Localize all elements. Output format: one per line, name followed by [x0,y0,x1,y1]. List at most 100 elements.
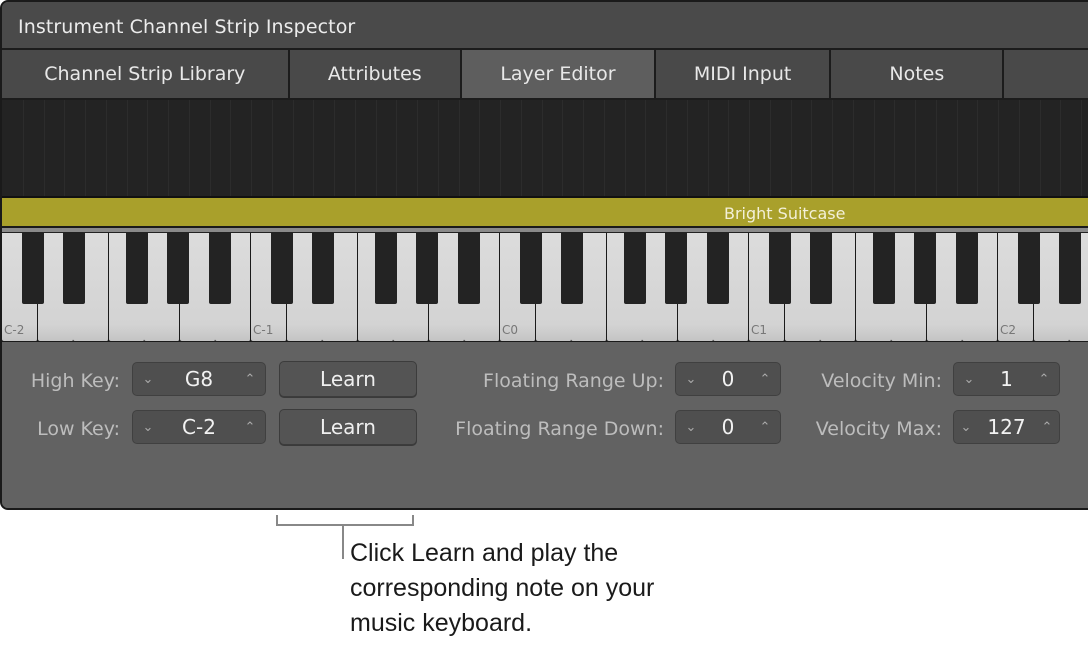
black-key[interactable] [312,233,334,304]
grid-line [334,100,335,196]
black-key[interactable] [873,233,895,304]
black-key[interactable] [416,233,438,304]
window-title: Instrument Channel Strip Inspector [18,16,356,38]
chevron-down-icon[interactable]: ⌄ [959,420,973,435]
black-key[interactable] [458,233,480,304]
chevron-down-icon[interactable]: ⌄ [684,372,698,387]
grid-line [894,100,895,196]
chevron-up-icon[interactable]: ⌃ [1040,420,1054,435]
chevron-up-icon[interactable]: ⌃ [758,420,772,435]
velocity-max-stepper[interactable]: ⌄ 127 ⌃ [953,410,1060,444]
tab-bar: Channel Strip Library Attributes Layer E… [2,50,1088,100]
chevron-down-icon[interactable]: ⌄ [684,420,698,435]
low-key-stepper[interactable]: ⌄ C-2 ⌃ [132,410,266,444]
grid-line [85,100,86,196]
grid-line [1060,100,1061,196]
chevron-up-icon[interactable]: ⌃ [1037,372,1051,387]
grid-line [604,100,605,196]
layer-zone-bar[interactable]: Bright Suitcase [2,198,1088,228]
black-key[interactable] [63,233,85,304]
black-key[interactable] [956,233,978,304]
layer-name: Bright Suitcase [724,204,846,223]
tab-notes[interactable]: Notes [831,50,1005,98]
grid-line [479,100,480,196]
layer-range-area[interactable] [2,100,1088,198]
grid-line [853,100,854,196]
grid-line [168,100,169,196]
black-key[interactable] [810,233,832,304]
chevron-up-icon[interactable]: ⌃ [758,372,772,387]
grid-line [1040,100,1041,196]
velocity-min-value: 1 [1000,367,1013,391]
title-bar: Instrument Channel Strip Inspector [2,2,1088,50]
octave-label: C0 [502,323,519,337]
black-key[interactable] [167,233,189,304]
grid-line [708,100,709,196]
chevron-up-icon[interactable]: ⌃ [243,372,257,387]
chevron-down-icon[interactable]: ⌄ [962,372,976,387]
black-key[interactable] [624,233,646,304]
black-key[interactable] [707,233,729,304]
tab-layer-editor[interactable]: Layer Editor [461,50,657,98]
grid-line [832,100,833,196]
grid-line [874,100,875,196]
grid-line [210,100,211,196]
black-key[interactable] [22,233,44,304]
grid-line [396,100,397,196]
black-key[interactable] [1059,233,1081,304]
black-key[interactable] [126,233,148,304]
black-key[interactable] [520,233,542,304]
grid-line [189,100,190,196]
grid-line [376,100,377,196]
velocity-min-label: Velocity Min: [821,370,942,392]
floating-range-up-stepper[interactable]: ⌄ 0 ⌃ [675,362,781,396]
tab-overflow[interactable] [1004,50,1088,98]
octave-label: C2 [1000,323,1017,337]
chevron-down-icon[interactable]: ⌄ [141,420,155,435]
grid-line [293,100,294,196]
floating-range-up-label: Floating Range Up: [483,370,664,392]
grid-line [645,100,646,196]
low-key-value: C-2 [182,415,216,439]
grid-line [583,100,584,196]
piano-keyboard[interactable]: C-2 C-1 C0 C1 C2 [2,233,1088,342]
grid-line [811,100,812,196]
black-key[interactable] [209,233,231,304]
black-key[interactable] [1018,233,1040,304]
black-key[interactable] [561,233,583,304]
black-key[interactable] [271,233,293,304]
black-key[interactable] [375,233,397,304]
inspector-window: Instrument Channel Strip Inspector Chann… [0,0,1088,510]
tab-midi-input[interactable]: MIDI Input [656,50,832,98]
grid-line [44,100,45,196]
grid-line [687,100,688,196]
callout-bracket [276,515,414,526]
black-key[interactable] [769,233,791,304]
grid-line [313,100,314,196]
floating-range-down-value: 0 [721,415,735,439]
grid-line [977,100,978,196]
floating-range-down-label: Floating Range Down: [455,418,664,440]
octave-label: C1 [751,323,768,337]
grid-line [749,100,750,196]
floating-range-down-stepper[interactable]: ⌄ 0 ⌃ [675,410,781,444]
grid-line [521,100,522,196]
grid-line [1081,100,1082,196]
grid-line [1019,100,1020,196]
high-key-learn-button[interactable]: Learn [279,361,417,397]
low-key-learn-button[interactable]: Learn [279,409,417,445]
tab-channel-strip-library[interactable]: Channel Strip Library [2,50,290,98]
tab-attributes[interactable]: Attributes [289,50,462,98]
grid-line [728,100,729,196]
black-key[interactable] [665,233,687,304]
chevron-down-icon[interactable]: ⌄ [141,372,155,387]
velocity-min-stepper[interactable]: ⌄ 1 ⌃ [953,362,1060,396]
grid-line [625,100,626,196]
grid-line [251,100,252,196]
grid-line [64,100,65,196]
black-key[interactable] [914,233,936,304]
chevron-up-icon[interactable]: ⌃ [243,420,257,435]
octave-label: C-1 [253,323,274,337]
high-key-stepper[interactable]: ⌄ G8 ⌃ [132,362,266,396]
callout-text: Click Learn and play the corresponding n… [350,539,655,637]
